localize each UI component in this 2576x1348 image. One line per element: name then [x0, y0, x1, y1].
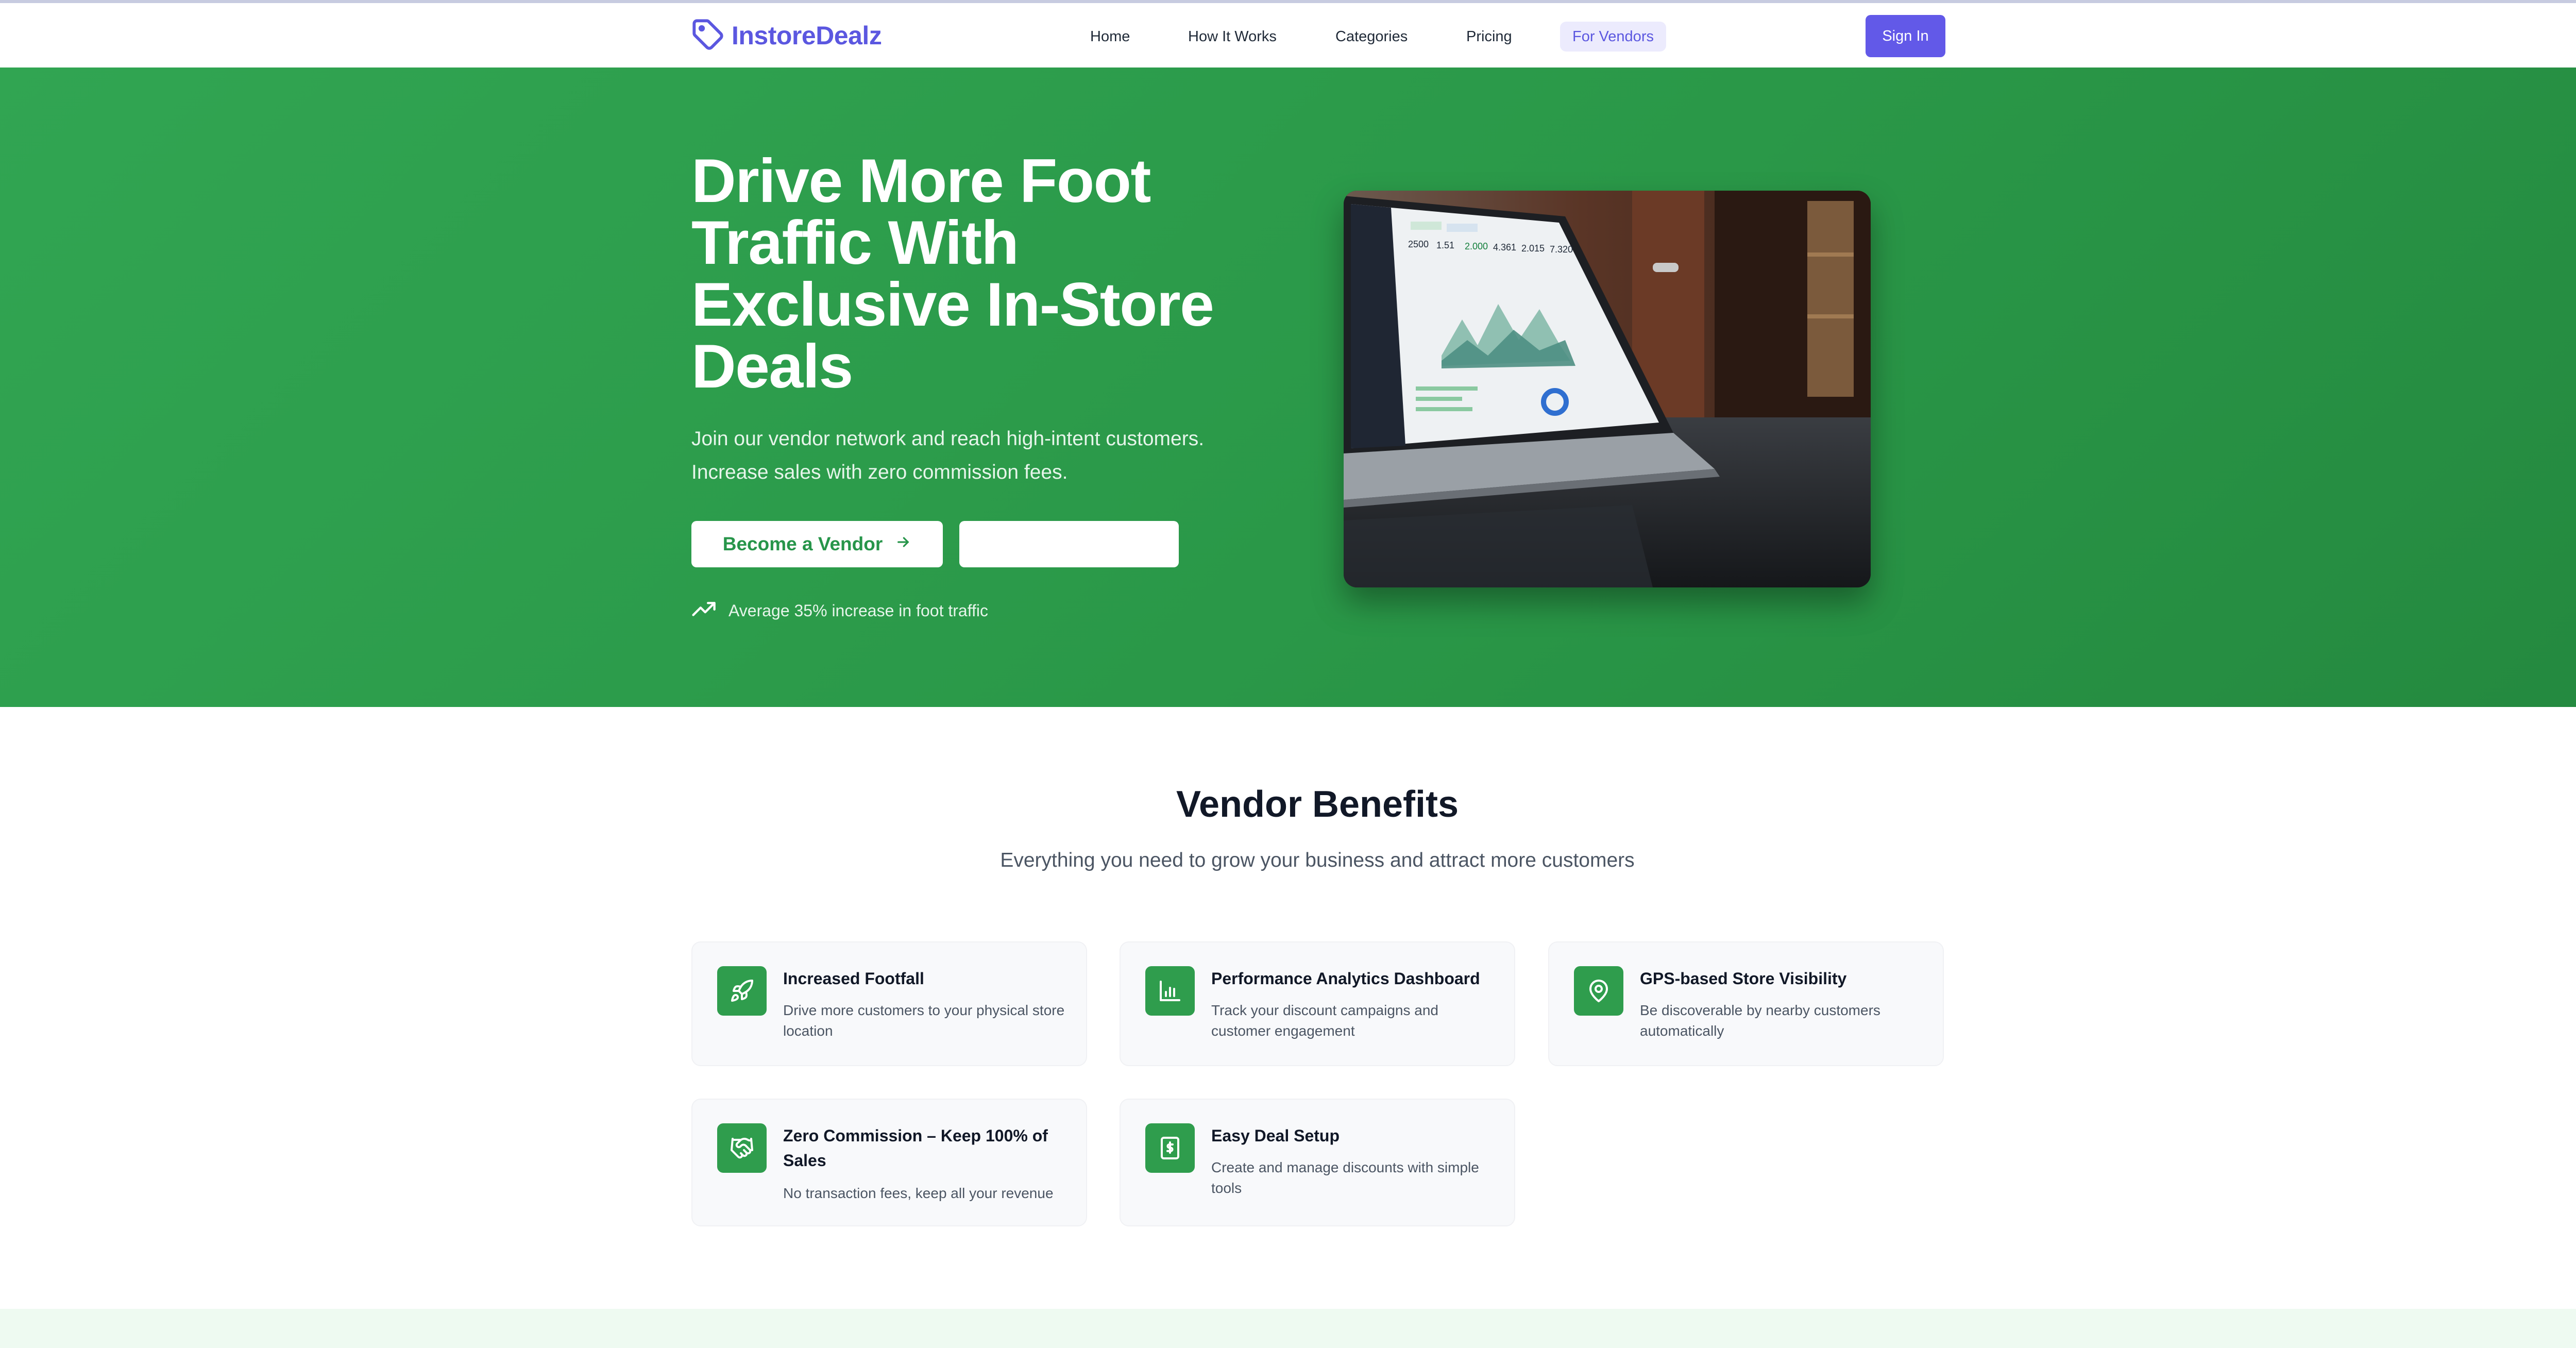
benefit-description: Create and manage discounts with simple …: [1211, 1159, 1479, 1196]
benefit-description: Drive more customers to your physical st…: [783, 1002, 1065, 1039]
benefit-card-gps-visibility: GPS-based Store Visibility Be discoverab…: [1548, 941, 1944, 1066]
sign-in-button[interactable]: Sign In: [1866, 15, 1945, 57]
dashboard-kpi-6: 7.320: [1550, 244, 1573, 255]
become-vendor-label: Become a Vendor: [722, 533, 883, 554]
next-section-band: [0, 1309, 2576, 1348]
receipt-icon: [1145, 1123, 1195, 1173]
benefit-description: No transaction fees, keep all your reven…: [783, 1185, 1054, 1201]
tag-icon: [691, 18, 724, 54]
benefit-title: Increased Footfall: [783, 969, 924, 988]
hero-title: Drive More Foot Traffic With Exclusive I…: [691, 146, 1214, 401]
secondary-cta-button[interactable]: [959, 521, 1179, 567]
nav-link-pricing[interactable]: Pricing: [1466, 22, 1512, 52]
hero-subtitle: Join our vendor network and reach high-i…: [691, 422, 1258, 489]
bar-chart-icon: [1145, 966, 1195, 1016]
benefit-title: Performance Analytics Dashboard: [1211, 969, 1480, 988]
benefits-subtitle: Everything you need to grow your busines…: [1000, 849, 1635, 871]
foot-traffic-stat: Average 35% increase in foot traffic: [691, 599, 988, 622]
become-vendor-button[interactable]: Become a Vendor: [691, 521, 943, 567]
brand-name: InstoreDealz: [732, 21, 882, 50]
dashboard-kpi-1: 2500: [1408, 239, 1429, 249]
benefit-title: Easy Deal Setup: [1211, 1126, 1340, 1145]
benefit-card-performance-analytics: Performance Analytics Dashboard Track yo…: [1120, 941, 1515, 1066]
foot-traffic-stat-text: Average 35% increase in foot traffic: [728, 601, 988, 620]
trending-up-icon: [691, 599, 717, 622]
hero-section: Drive More Foot Traffic With Exclusive I…: [0, 68, 2576, 707]
rocket-icon: [717, 966, 767, 1016]
top-navigation: InstoreDealz Home How It Works Categorie…: [0, 3, 2576, 69]
nav-link-for-vendors[interactable]: For Vendors: [1560, 22, 1666, 52]
benefit-title: Zero Commission – Keep 100% of Sales: [783, 1126, 1048, 1170]
nav-link-how-it-works[interactable]: How It Works: [1188, 22, 1277, 52]
dashboard-kpi-2: 1.51: [1436, 240, 1454, 250]
hero-subtitle-line-2: Increase sales with zero commission fees…: [691, 461, 1068, 483]
benefit-card-zero-commission: Zero Commission – Keep 100% of Sales No …: [691, 1099, 1087, 1226]
benefit-description: Be discoverable by nearby customers auto…: [1640, 1002, 1880, 1039]
benefits-title: Vendor Benefits: [1176, 784, 1459, 825]
benefit-title: GPS-based Store Visibility: [1640, 969, 1847, 988]
benefit-card-increased-footfall: Increased Footfall Drive more customers …: [691, 941, 1087, 1066]
laptop-dashboard-image: 2500 1.51 2.000 4.361 2.015 7.320: [1344, 191, 1871, 587]
nav-link-categories[interactable]: Categories: [1335, 22, 1408, 52]
brand-logo[interactable]: InstoreDealz: [691, 18, 882, 54]
hero-subtitle-line-1: Join our vendor network and reach high-i…: [691, 428, 1205, 450]
benefit-card-easy-deal-setup: Easy Deal Setup Create and manage discou…: [1120, 1099, 1515, 1226]
benefit-description: Track your discount campaigns and custom…: [1211, 1002, 1438, 1039]
dashboard-kpi-5: 2.015: [1521, 243, 1545, 254]
dashboard-kpi-3: 2.000: [1465, 241, 1488, 251]
arrow-right-icon: [895, 533, 911, 555]
map-pin-icon: [1574, 966, 1623, 1016]
dashboard-kpi-4: 4.361: [1493, 242, 1516, 252]
nav-link-home[interactable]: Home: [1090, 22, 1130, 52]
handshake-icon: [717, 1123, 767, 1173]
